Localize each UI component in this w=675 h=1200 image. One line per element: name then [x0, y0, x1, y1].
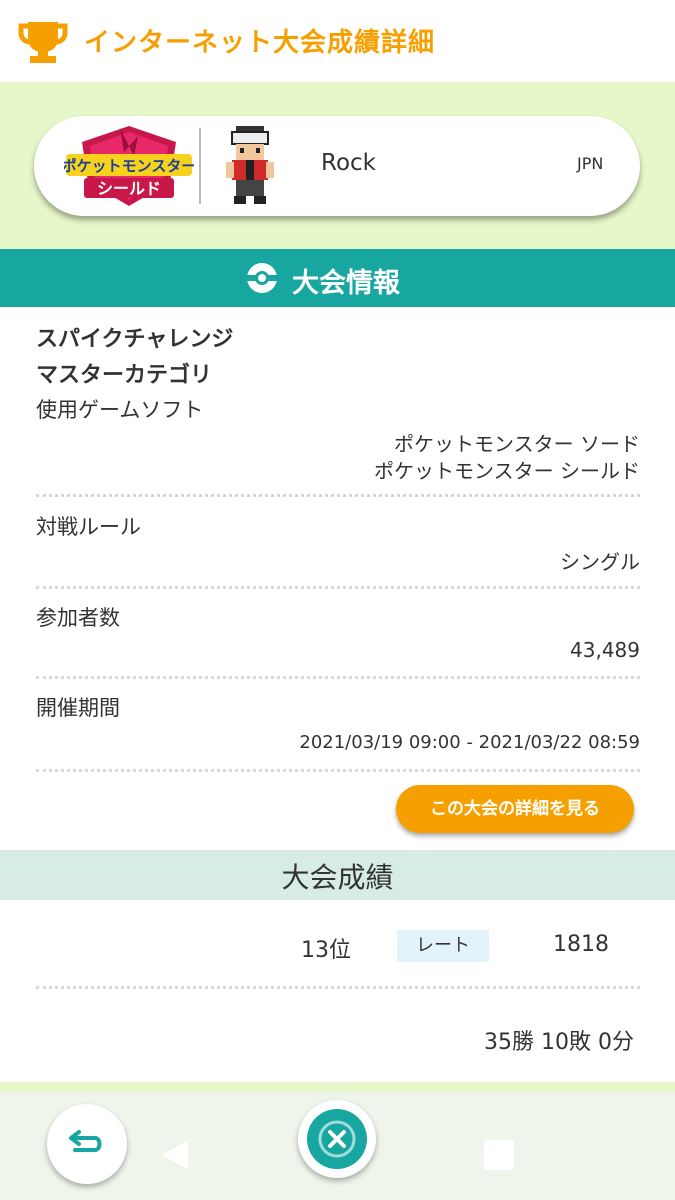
rate-badge: レート [397, 930, 489, 962]
close-button-inner [307, 1109, 367, 1169]
dotted-divider [36, 986, 640, 989]
period-label: 開催期間 [36, 696, 120, 720]
svg-text:シールド: シールド [97, 179, 161, 198]
rule-label: 対戦ルール [36, 515, 141, 539]
tournament-info-header: 大会情報 [0, 249, 675, 307]
dotted-divider [36, 769, 640, 772]
software-label: 使用ゲームソフト [36, 398, 204, 422]
player-name: Rock [321, 150, 376, 176]
tournament-category: マスターカテゴリ [36, 363, 213, 388]
dotted-divider [36, 494, 640, 497]
profile-divider [199, 128, 201, 204]
win-loss-record: 35勝 10敗 0分 [484, 1030, 634, 1055]
dotted-divider [36, 586, 640, 589]
trainer-avatar [226, 126, 274, 204]
profile-card: ポケットモンスター シールド Rock JPN [34, 116, 640, 216]
back-button[interactable] [47, 1104, 127, 1184]
pokeball-icon [246, 263, 278, 293]
svg-text:ポケットモンスター: ポケットモンスター [64, 157, 194, 175]
trophy-icon [18, 22, 68, 63]
app-header: インターネット大会成績詳細 [0, 0, 675, 82]
rank-value: 13位 [301, 938, 351, 963]
rule-value: シングル [560, 550, 640, 574]
nav-recents-square-icon[interactable] [484, 1140, 514, 1170]
tournament-detail-button[interactable]: この大会の詳細を見る [396, 785, 634, 833]
nav-back-triangle-icon[interactable] [160, 1138, 190, 1172]
profile-band: ポケットモンスター シールド Rock JPN [0, 82, 675, 249]
section-title: 大会情報 [292, 268, 400, 299]
participants-value: 43,489 [570, 638, 640, 662]
back-arrow-icon [69, 1130, 102, 1152]
results-title: 大会成績 [281, 861, 394, 894]
rate-value: 1818 [553, 932, 609, 957]
software-value-shield: ポケットモンスター シールド [374, 459, 640, 483]
navigation-bar [0, 1092, 675, 1200]
participants-label: 参加者数 [36, 606, 120, 630]
tournament-name: スパイクチャレンジ [36, 327, 234, 352]
close-menu-button[interactable] [298, 1100, 376, 1178]
close-icon [318, 1120, 356, 1158]
dotted-divider [36, 676, 640, 679]
player-region: JPN [577, 154, 604, 173]
page-title: インターネット大会成績詳細 [84, 28, 436, 58]
software-value-sword: ポケットモンスター ソード [394, 432, 640, 456]
footer-band [0, 1082, 675, 1092]
results-header: 大会成績 [0, 850, 675, 900]
pokemon-shield-logo: ポケットモンスター シールド [64, 126, 194, 206]
period-value: 2021/03/19 09:00 - 2021/03/22 08:59 [299, 732, 640, 753]
